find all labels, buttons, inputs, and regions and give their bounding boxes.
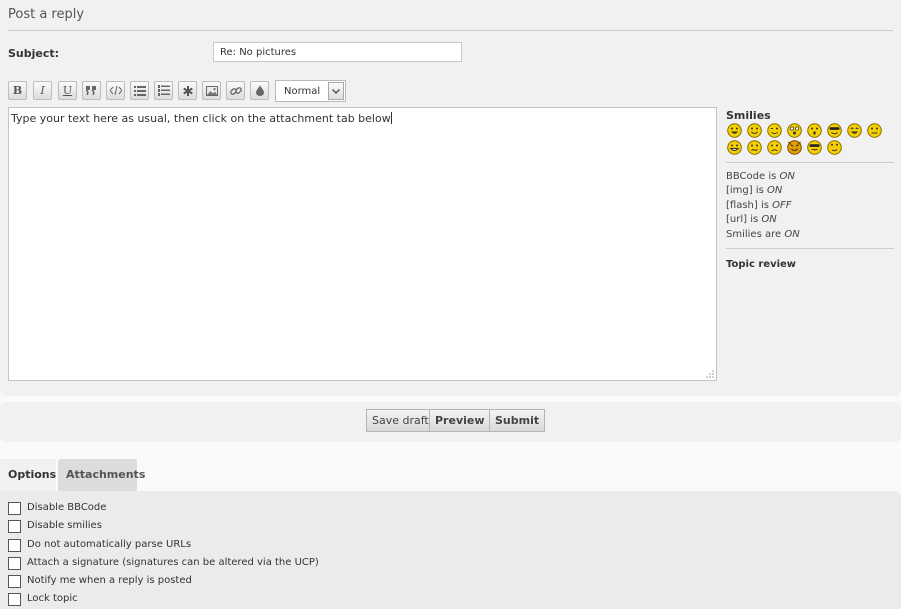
code-icon (109, 86, 122, 95)
checkbox[interactable] (8, 520, 21, 533)
smilies-status: Smilies are ON (726, 229, 800, 240)
bold-icon: B (12, 84, 23, 97)
drop-icon (255, 85, 264, 96)
link-button[interactable] (226, 81, 245, 100)
subject-label: Subject: (8, 47, 60, 60)
smiley-smile-icon[interactable] (747, 123, 762, 138)
smiley-biggrin-icon[interactable] (727, 123, 742, 138)
option-label: Lock topic (27, 593, 78, 604)
checkbox[interactable] (8, 593, 21, 606)
underline-icon: U (62, 84, 73, 97)
code-button[interactable] (106, 81, 125, 100)
message-text: Type your text here as usual, then click… (11, 112, 391, 125)
bbcode-status: BBCode is ON (726, 171, 795, 182)
quote-icon (86, 86, 96, 95)
image-button[interactable] (202, 81, 221, 100)
smiley-rolleyes-icon[interactable] (827, 140, 842, 155)
list-button[interactable] (130, 81, 149, 100)
img-status: [img] is ON (726, 185, 783, 196)
quote-button[interactable] (82, 81, 101, 100)
option-label: Attach a signature (signatures can be al… (27, 557, 319, 568)
flash-status: [flash] is OFF (726, 200, 792, 211)
smiley-wink-icon[interactable] (767, 123, 782, 138)
message-textarea[interactable]: Type your text here as usual, then click… (8, 107, 717, 381)
image-icon (205, 85, 218, 96)
numbered-list-icon (157, 85, 170, 96)
font-size-select[interactable]: Normal (275, 80, 346, 102)
asterisk-icon (182, 85, 193, 96)
checkbox[interactable] (8, 557, 21, 570)
smiley-grin-icon[interactable] (727, 140, 742, 155)
title-divider (8, 30, 893, 31)
italic-icon: I (40, 84, 45, 97)
dropdown-arrow-icon (328, 82, 344, 100)
topic-review-link[interactable]: Topic review (726, 259, 796, 270)
smilies-title: Smilies (726, 109, 771, 122)
smiley-neutral-icon[interactable] (867, 123, 882, 138)
option-label: Disable BBCode (27, 502, 107, 513)
smiley-confused-icon[interactable] (747, 140, 762, 155)
submit-panel: Save draft Preview Submit (0, 402, 901, 442)
options-panel: Disable BBCode Disable smilies Do not au… (0, 491, 901, 609)
subject-input[interactable] (213, 42, 462, 62)
sidebar-divider (726, 162, 894, 163)
smiley-eek-icon[interactable] (787, 123, 802, 138)
smiley-laugh-icon[interactable] (847, 123, 862, 138)
list-icon (133, 85, 146, 96)
checkbox[interactable] (8, 539, 21, 552)
underline-button[interactable]: U (58, 81, 77, 100)
option-label: Disable smilies (27, 520, 102, 531)
bold-button[interactable]: B (8, 81, 27, 100)
option-label: Notify me when a reply is posted (27, 575, 192, 586)
numbered-list-button[interactable] (154, 81, 173, 100)
option-label: Do not automatically parse URLs (27, 539, 192, 550)
font-size-value: Normal (284, 86, 321, 97)
color-button[interactable] (250, 81, 269, 100)
italic-button[interactable]: I (33, 81, 52, 100)
preview-button[interactable]: Preview (429, 409, 491, 432)
smiley-evil-icon[interactable] (787, 140, 802, 155)
resize-grip-icon[interactable] (706, 370, 714, 378)
checkbox[interactable] (8, 575, 21, 588)
sidebar-divider (726, 248, 894, 249)
submit-button[interactable]: Submit (489, 409, 546, 432)
tab-attachments[interactable]: Attachments (58, 459, 145, 491)
list-item-button[interactable] (178, 81, 197, 100)
smiley-razz-icon[interactable] (807, 140, 822, 155)
smiley-surprised-icon[interactable] (807, 123, 822, 138)
url-status: [url] is ON (726, 214, 777, 225)
smiley-sad-icon[interactable] (767, 140, 782, 155)
smiley-cool-icon[interactable] (827, 123, 842, 138)
link-icon (229, 86, 242, 95)
checkbox[interactable] (8, 502, 21, 515)
save-draft-button[interactable]: Save draft (366, 409, 435, 432)
tab-options[interactable]: Options (0, 459, 56, 491)
post-form-panel: Post a reply Subject: B I U (0, 0, 901, 396)
page-title: Post a reply (8, 7, 85, 22)
text-caret (390, 112, 392, 124)
